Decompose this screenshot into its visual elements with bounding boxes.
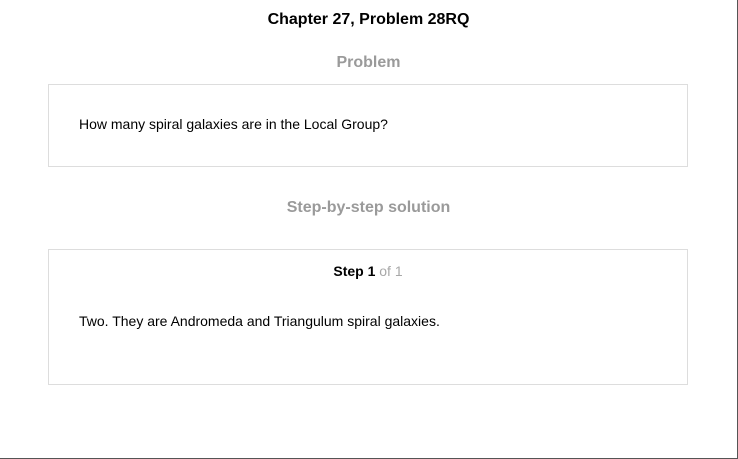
- solution-box: Step 1 of 1 Two. They are Andromeda and …: [48, 249, 688, 385]
- step-label: Step 1: [333, 263, 376, 279]
- page-title: Chapter 27, Problem 28RQ: [267, 11, 470, 28]
- page: Chapter 27, Problem 28RQ Problem How man…: [0, 0, 738, 459]
- step-header: Step 1 of 1: [49, 263, 687, 279]
- solution-text: Two. They are Andromeda and Triangulum s…: [79, 313, 440, 329]
- step-count: of 1: [375, 263, 403, 279]
- problem-text: How many spiral galaxies are in the Loca…: [79, 116, 388, 132]
- solution-heading: Step-by-step solution: [286, 199, 451, 216]
- problem-box: How many spiral galaxies are in the Loca…: [48, 84, 688, 167]
- problem-heading: Problem: [336, 54, 401, 71]
